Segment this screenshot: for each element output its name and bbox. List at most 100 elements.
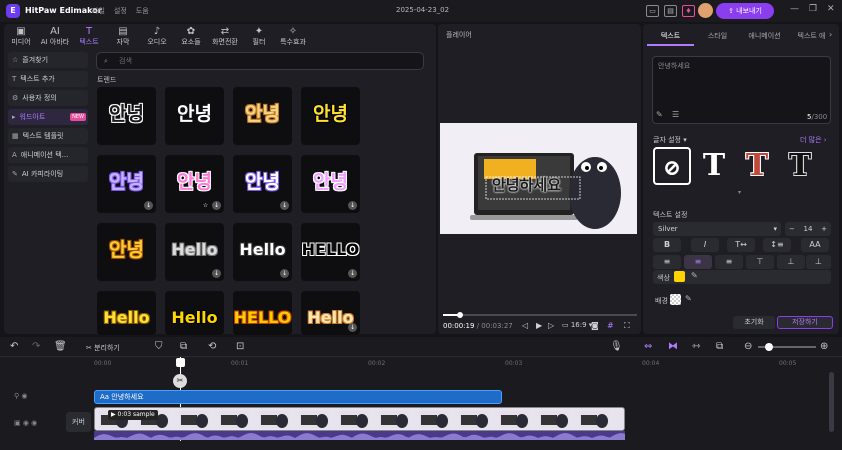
snap-icon[interactable]: ⇿ — [692, 341, 700, 352]
download-icon[interactable]: ↓ — [348, 269, 357, 278]
color-swatch[interactable] — [674, 271, 685, 282]
wordart-tile[interactable]: 안녕 — [301, 87, 360, 145]
tool-subtitle[interactable]: ▤ 자막 — [106, 24, 140, 48]
minimize-icon[interactable]: — — [790, 4, 799, 14]
plus-icon[interactable]: + — [821, 222, 827, 236]
tab-1[interactable]: 스타일 — [694, 26, 741, 46]
speed-icon[interactable]: ⟲ — [208, 341, 216, 352]
save-button[interactable]: 저장하기 — [777, 316, 833, 329]
wordart-tile[interactable]: Hello — [97, 291, 156, 335]
valign-middle-icon[interactable]: ⊥ — [777, 255, 805, 269]
download-icon[interactable]: ↓ — [348, 201, 357, 210]
favorite-icon[interactable]: ☆ — [201, 201, 210, 210]
undo-icon[interactable]: ↶ — [10, 341, 18, 352]
sidebar-item-custom[interactable]: ⚙ 사용자 정의 — [8, 90, 88, 106]
video-preview[interactable]: 안녕하세요 — [440, 123, 637, 234]
list-icon[interactable]: ☰ — [672, 110, 679, 119]
ai-write-icon[interactable]: ✎ — [656, 110, 663, 119]
valign-bottom-icon[interactable]: ⊥ — [806, 255, 831, 269]
player-progress[interactable] — [443, 312, 637, 318]
video-clip[interactable] — [94, 407, 625, 431]
download-icon[interactable]: ↓ — [280, 201, 289, 210]
tool-transition[interactable]: ⇄ 화면전환 — [208, 24, 242, 48]
text-clip[interactable]: Aa 안녕하세요 — [94, 390, 502, 404]
split-button[interactable]: ✂ 분리하기 — [86, 343, 120, 353]
redo-icon[interactable]: ↷ — [32, 341, 40, 352]
tool-text[interactable]: T 텍스트 — [72, 24, 106, 48]
maximize-icon[interactable]: ❐ — [809, 4, 817, 14]
wordart-tile[interactable]: 안녕 — [97, 87, 156, 145]
magnet-icon[interactable]: ⧓ — [668, 341, 678, 352]
tab-2[interactable]: 애니메이션 — [741, 26, 788, 46]
fullscreen-icon[interactable]: ⛶ — [624, 321, 630, 331]
zoom-in-icon[interactable]: ⊕ — [820, 341, 828, 352]
reset-button[interactable]: 초기화 — [733, 316, 775, 329]
download-icon[interactable]: ↓ — [280, 269, 289, 278]
tabs-more-icon[interactable]: › — [829, 30, 832, 39]
zoom-knob[interactable] — [765, 343, 773, 351]
valign-top-icon[interactable]: ⊤ — [746, 255, 774, 269]
sidebar-item-template[interactable]: ▦ 텍스트 템플릿 — [8, 128, 88, 144]
sidebar-item-star[interactable]: ☆ 즐겨찾기 — [8, 52, 88, 68]
sidebar-item-wordart[interactable]: ▸ 워드아트 NEW — [8, 109, 88, 125]
wordart-tile[interactable]: Hello ↓ — [165, 223, 224, 281]
wordart-tile[interactable]: Hello ↓ — [301, 291, 360, 335]
menu-file[interactable]: 파일 — [92, 6, 105, 16]
wordart-tile[interactable]: 안녕 — [97, 223, 156, 281]
tool-ai-avatar[interactable]: AI AI 아바타 — [38, 24, 72, 48]
align-center-icon[interactable]: ≡ — [684, 255, 712, 269]
monitor-icon[interactable]: ▭ — [646, 5, 659, 17]
sidebar-item-animation[interactable]: A 애니메이션 텍... — [8, 147, 88, 163]
snapshot-icon[interactable]: ◙ — [591, 321, 599, 330]
italic-icon[interactable]: I — [691, 238, 719, 252]
preset-red-outline[interactable]: T — [738, 147, 776, 185]
preset-label[interactable]: 글자 설정 ▾ — [653, 135, 687, 145]
track-lock-icon[interactable]: ⚲ ◉ — [14, 392, 27, 400]
sidebar-item-add-text[interactable]: T 텍스트 추가 — [8, 71, 88, 87]
wordart-tile[interactable]: HELLO ↓ — [301, 223, 360, 281]
crop-icon[interactable]: ⧉ — [180, 341, 187, 352]
wordart-tile[interactable]: Hello — [165, 291, 224, 335]
menu-settings[interactable]: 설정 — [114, 6, 127, 16]
tool-elements[interactable]: ✿ 요소들 — [174, 24, 208, 48]
search-input[interactable]: ⌕ 검색 — [96, 52, 424, 70]
tool-audio[interactable]: ♪ 오디오 — [140, 24, 174, 48]
gift-icon[interactable]: ♦ — [682, 5, 695, 17]
freeze-icon[interactable]: ⊡ — [236, 341, 244, 352]
preset-black-outline[interactable]: T — [781, 147, 819, 185]
ripple-icon[interactable]: ⧉ — [716, 341, 723, 352]
cover-button[interactable]: 커버 — [66, 412, 91, 432]
download-icon[interactable]: ↓ — [212, 269, 221, 278]
bg-eyedropper-icon[interactable]: ✎ — [685, 294, 692, 303]
wordart-tile[interactable]: 안녕 — [233, 87, 292, 145]
close-icon[interactable]: ✕ — [827, 4, 835, 14]
play-icon[interactable]: ▶ — [536, 321, 542, 330]
wordart-tile[interactable]: HELLO — [233, 291, 292, 335]
prev-frame-icon[interactable]: ◁ — [522, 321, 528, 330]
next-frame-icon[interactable]: ▷ — [548, 321, 554, 330]
case-icon[interactable]: AA — [801, 238, 829, 252]
avatar[interactable] — [698, 3, 713, 18]
tab-0[interactable]: 텍스트 — [647, 26, 694, 46]
preset-expand-icon[interactable]: ▾ — [738, 189, 741, 196]
eyedropper-icon[interactable]: ✎ — [691, 271, 698, 280]
menu-help[interactable]: 도움 — [136, 6, 149, 16]
download-icon[interactable]: ↓ — [348, 323, 357, 332]
mic-icon[interactable]: 🎙 — [610, 341, 623, 352]
preset-none[interactable]: ⊘ — [653, 147, 691, 185]
caption-icon[interactable]: ▤ — [664, 5, 677, 17]
background-swatch[interactable] — [670, 294, 681, 305]
timeline-scrollbar[interactable] — [829, 372, 834, 432]
wordart-tile[interactable]: Hello ↓ — [233, 223, 292, 281]
preview-overlay-text[interactable]: 안녕하세요 — [492, 174, 561, 195]
audio-waveform[interactable] — [94, 431, 625, 440]
font-size-stepper[interactable]: −14 + — [785, 222, 831, 236]
marker-icon[interactable]: ⛉ — [155, 341, 163, 352]
tab-3[interactable]: 텍스트 애 — [788, 26, 835, 46]
timeline-ruler[interactable]: 00:00 00:01 00:02 00:03 00:04 00:05 — [94, 357, 834, 371]
scissors-icon[interactable]: ✂ — [173, 374, 187, 388]
aspect-ratio-select[interactable]: ▭ 16:9 ▾ — [562, 321, 592, 329]
tool-media[interactable]: ▣ 미디어 — [4, 24, 38, 48]
wordart-tile[interactable]: 안녕 — [165, 87, 224, 145]
letter-spacing-icon[interactable]: T↔ — [727, 238, 755, 252]
